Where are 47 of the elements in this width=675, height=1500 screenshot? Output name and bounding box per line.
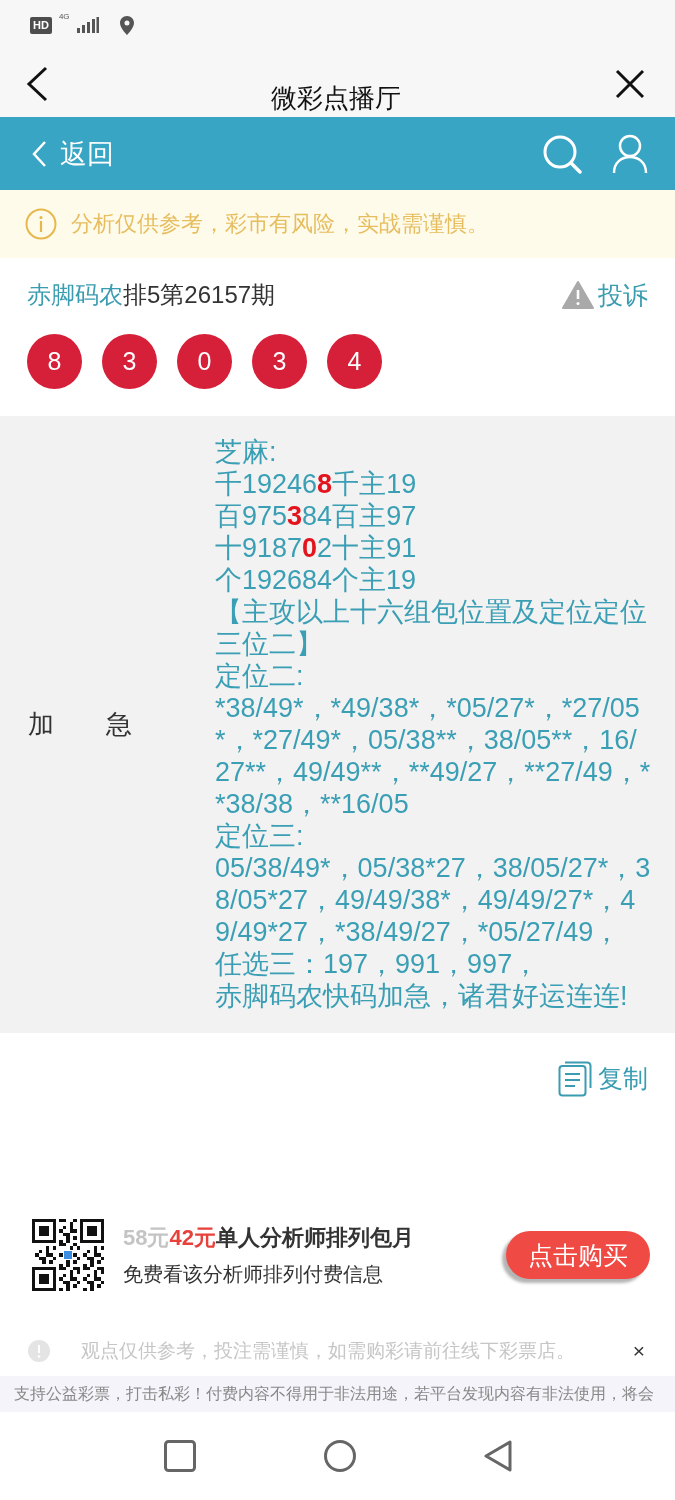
tip-line: 定位三: bbox=[215, 820, 305, 852]
tip-line: 任选三：197，991，997， bbox=[215, 948, 541, 980]
tip-line: 芝麻: bbox=[215, 436, 278, 468]
page-title: 微彩点播厅 bbox=[269, 82, 402, 115]
disclaimer-text: 观点仅供参考，投注需谨慎，如需购彩请前往线下彩票店。 bbox=[81, 1339, 575, 1363]
warning-icon bbox=[562, 281, 594, 309]
info-icon bbox=[28, 1340, 50, 1362]
qr-code-icon bbox=[32, 1219, 104, 1291]
promo-title: 58元42元单人分析师排列包月 bbox=[123, 1223, 415, 1252]
tip-label: 加 急 bbox=[28, 707, 133, 741]
tip-line: 百975384百主97 bbox=[215, 500, 418, 532]
document-icon bbox=[558, 1060, 592, 1097]
circle-icon[interactable] bbox=[323, 1440, 356, 1472]
tip-line: 十918702十主91 bbox=[215, 532, 418, 564]
tip-line: 千192468千主19 bbox=[215, 468, 418, 500]
number-ball: 3 bbox=[102, 334, 157, 389]
chevron-left-icon bbox=[32, 140, 46, 167]
copy-button[interactable]: 复制 bbox=[558, 1060, 648, 1097]
tip-line: 【主攻以上十六组包位置及定位定位三位二】 bbox=[215, 596, 648, 660]
close-button[interactable]: × bbox=[630, 1339, 647, 1363]
number-ball: 8 bbox=[27, 334, 82, 389]
network-type-label: 4G bbox=[58, 12, 70, 21]
tip-line: *38/49*，*49/38*，*05/27*，*27/05*，*27/49*，05/38**，38/05**，16/27**，49/49**，**49/27，**27/49，**38/38，**16/05 bbox=[215, 692, 651, 820]
tip-line: 定位二: bbox=[215, 660, 305, 692]
number-ball: 4 bbox=[327, 334, 382, 389]
back-button[interactable]: 返回 bbox=[32, 136, 114, 171]
hd-badge: HD bbox=[30, 16, 52, 34]
info-icon bbox=[25, 208, 57, 240]
footer-notice: 支持公益彩票，打击私彩！付费内容不得用于非法用途，若平台发现内容有非法使用，将会 bbox=[14, 1383, 654, 1404]
location-pin-icon bbox=[119, 15, 134, 35]
issue-title: 赤脚码农排5第26157期 bbox=[27, 280, 276, 310]
close-icon[interactable] bbox=[615, 68, 645, 99]
complaint-button[interactable]: 投诉 bbox=[562, 278, 648, 312]
number-ball: 3 bbox=[252, 334, 307, 389]
number-ball: 0 bbox=[177, 334, 232, 389]
user-icon[interactable] bbox=[612, 133, 648, 174]
tip-line: 赤脚码农快码加急，诸君好运连连! bbox=[215, 980, 629, 1012]
tip-line: 05/38/49*，05/38*27，38/05/27*，38/05*27，49/49/38*，49/49/27*，49/49*27，*38/49/27，*05/27/49， bbox=[215, 852, 651, 948]
promo-subtitle: 免费看该分析师排列付费信息 bbox=[123, 1261, 384, 1287]
search-icon[interactable] bbox=[542, 133, 582, 174]
triangle-icon[interactable] bbox=[483, 1440, 512, 1472]
chevron-left-icon[interactable] bbox=[26, 65, 48, 102]
buy-button[interactable]: 点击购买 bbox=[506, 1231, 650, 1279]
square-icon[interactable] bbox=[163, 1440, 196, 1472]
tip-line: 个192684个主19 bbox=[215, 564, 418, 596]
signal-icon bbox=[76, 17, 99, 33]
risk-notice: 分析仅供参考，彩市有风险，实战需谨慎。 bbox=[71, 210, 489, 238]
